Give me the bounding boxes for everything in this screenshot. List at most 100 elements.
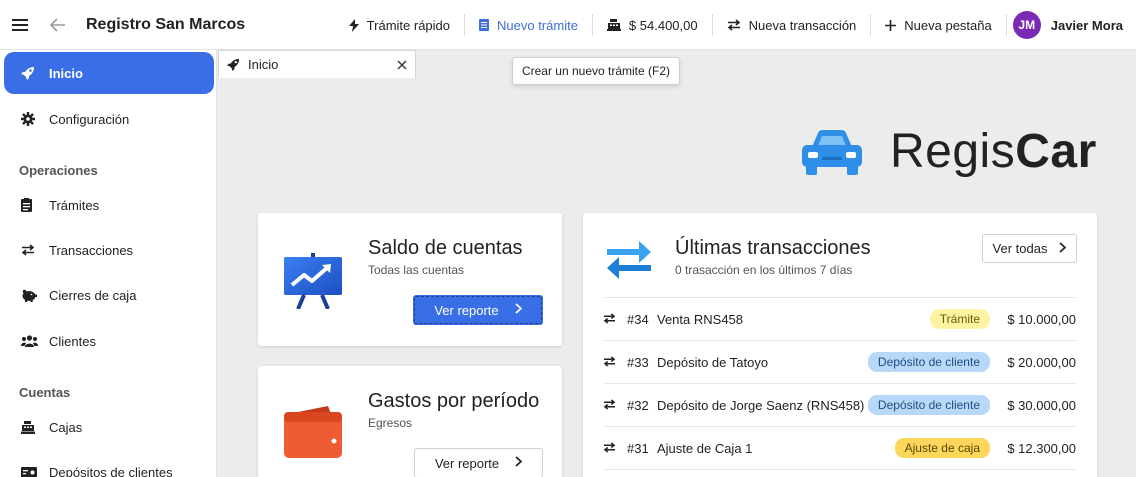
user-menu[interactable]: JM Javier Mora [1007,11,1136,39]
transaction-description: Venta RNS458 [657,311,744,327]
sidebar-item-tramites[interactable]: Trámites [4,184,214,226]
expenses-card: Gastos por período Egresos Ver reporte [258,366,562,477]
cash-balance-label: $ 54.400,00 [628,17,698,33]
transfer-icon [603,441,627,456]
plus-icon [885,19,897,31]
view-report-label: Ver reporte [434,302,499,318]
logo-text: RegisCar [890,124,1097,179]
tooltip: Crear un nuevo trámite (F2) [512,57,680,85]
chevron-right-icon [515,454,523,472]
new-procedure-label: Nuevo trámite [497,17,578,33]
users-icon [21,335,49,347]
chevron-right-icon [1059,240,1067,258]
sidebar-item-clientes[interactable]: Clientes [4,320,214,362]
transaction-amount: $ 10.000,00 [1007,311,1076,327]
view-all-button[interactable]: Ver todas [982,234,1077,263]
sidebar-item-cajas[interactable]: Cajas [4,406,214,448]
sidebar-item-label: Cajas [49,419,83,435]
new-procedure-button[interactable]: Nuevo trámite [465,14,593,36]
transfer-icon [603,355,627,370]
view-expenses-report-button[interactable]: Ver reporte [414,448,543,477]
divider [603,469,1076,470]
logo-bold: Car [1015,125,1097,178]
top-actions: Trámite rápido Nuevo trámite $ 54.400,00… [335,0,1136,50]
table-row[interactable]: #32 Depósito de Jorge Saenz (RNS458) Dep… [603,383,1076,426]
sidebar-item-cierres-de-caja[interactable]: Cierres de caja [4,274,214,316]
cash-register-icon [21,420,49,434]
new-transaction-label: Nueva transacción [748,17,857,33]
section-title-cuentas: Cuentas [19,385,71,400]
status-badge: Depósito de cliente [867,395,990,415]
sidebar-item-configuracion[interactable]: Configuración [4,98,214,140]
balance-card-subtitle: Todas las cuentas [368,263,465,277]
logo-regular: Regis [890,125,1016,178]
transactions-card-title: Últimas transacciones [675,237,871,259]
transaction-description: Ajuste de Caja 1 [657,440,753,456]
rocket-icon [21,66,49,80]
rocket-icon [227,58,240,71]
transaction-number: #33 [627,354,649,370]
transaction-amount: $ 12.300,00 [1007,440,1076,456]
money-bill-icon [21,466,49,477]
view-report-button[interactable]: Ver reporte [413,295,543,325]
balance-card-title: Saldo de cuentas [368,237,523,259]
sidebar-item-label: Clientes [49,333,96,349]
chart-presentation-icon [284,253,342,309]
sidebar-item-label: Transacciones [49,242,134,258]
sidebar-item-depositos-de-clientes[interactable]: Depósitos de clientes [4,451,214,477]
transaction-number: #32 [627,397,649,413]
sidebar-item-label: Inicio [49,65,83,81]
sidebar-item-transacciones[interactable]: Transacciones [4,229,214,271]
transactions-card: Últimas transacciones 0 trasacción en lo… [583,213,1097,477]
quick-procedure-button[interactable]: Trámite rápido [335,14,465,36]
table-row[interactable]: #33 Depósito de Tatoyo Depósito de clien… [603,340,1076,383]
piggy-bank-icon [21,289,49,302]
transfer-icon [727,19,741,31]
hamburger-menu-icon[interactable] [0,0,40,50]
tab-inicio[interactable]: Inicio [218,50,416,78]
expenses-card-title: Gastos por período [368,390,540,412]
exchange-arrows-icon [607,241,651,279]
sidebar-item-label: Depósitos de clientes [49,464,173,477]
new-tab-label: Nueva pestaña [904,17,992,33]
top-bar: Registro San Marcos Trámite rápido Nuevo… [0,0,1136,50]
cash-register-icon [606,19,621,31]
transactions-card-subtitle: 0 trasacción en los últimos 7 días [675,263,853,277]
transfer-icon [603,398,627,413]
tab-label: Inicio [248,57,279,72]
sidebar-item-inicio[interactable]: Inicio [4,52,214,94]
transaction-description: Depósito de Tatoyo [657,354,769,370]
sidebar-item-label: Configuración [49,111,130,127]
transaction-description: Depósito de Jorge Saenz (RNS458) [657,397,865,413]
car-icon [802,129,862,175]
transaction-amount: $ 20.000,00 [1007,354,1076,370]
chevron-right-icon [515,301,523,319]
close-icon[interactable] [397,57,407,73]
transfer-icon [21,244,49,256]
transaction-amount: $ 30.000,00 [1007,397,1076,413]
new-tab-button[interactable]: Nueva pestaña [871,14,1005,36]
status-badge: Trámite [929,309,990,329]
clipboard-icon [21,198,49,212]
table-row[interactable]: #31 Ajuste de Caja 1 Ajuste de caja $ 12… [603,426,1076,469]
transaction-number: #34 [627,311,649,327]
regiscar-logo: RegisCar [800,124,1097,179]
sidebar-item-label: Cierres de caja [49,287,137,303]
view-report-label: Ver reporte [434,455,500,471]
bolt-icon [348,18,359,32]
table-row[interactable]: #34 Venta RNS458 Trámite $ 10.000,00 [603,297,1076,340]
expenses-card-subtitle: Egresos [368,416,413,430]
app-title: Registro San Marcos [86,15,246,33]
balance-card: Saldo de cuentas Todas las cuentas Ver r… [258,213,562,346]
user-name: Javier Mora [1050,17,1123,33]
quick-procedure-label: Trámite rápido [366,17,450,33]
transaction-number: #31 [627,440,649,456]
wallet-icon [284,406,342,458]
status-badge: Ajuste de caja [894,438,990,458]
cash-balance-button[interactable]: $ 54.400,00 [593,14,713,36]
document-icon [479,19,489,31]
new-transaction-button[interactable]: Nueva transacción [713,14,872,36]
avatar: JM [1012,11,1041,39]
sidebar-item-label: Trámites [49,197,100,213]
back-arrow-icon[interactable] [40,0,76,50]
